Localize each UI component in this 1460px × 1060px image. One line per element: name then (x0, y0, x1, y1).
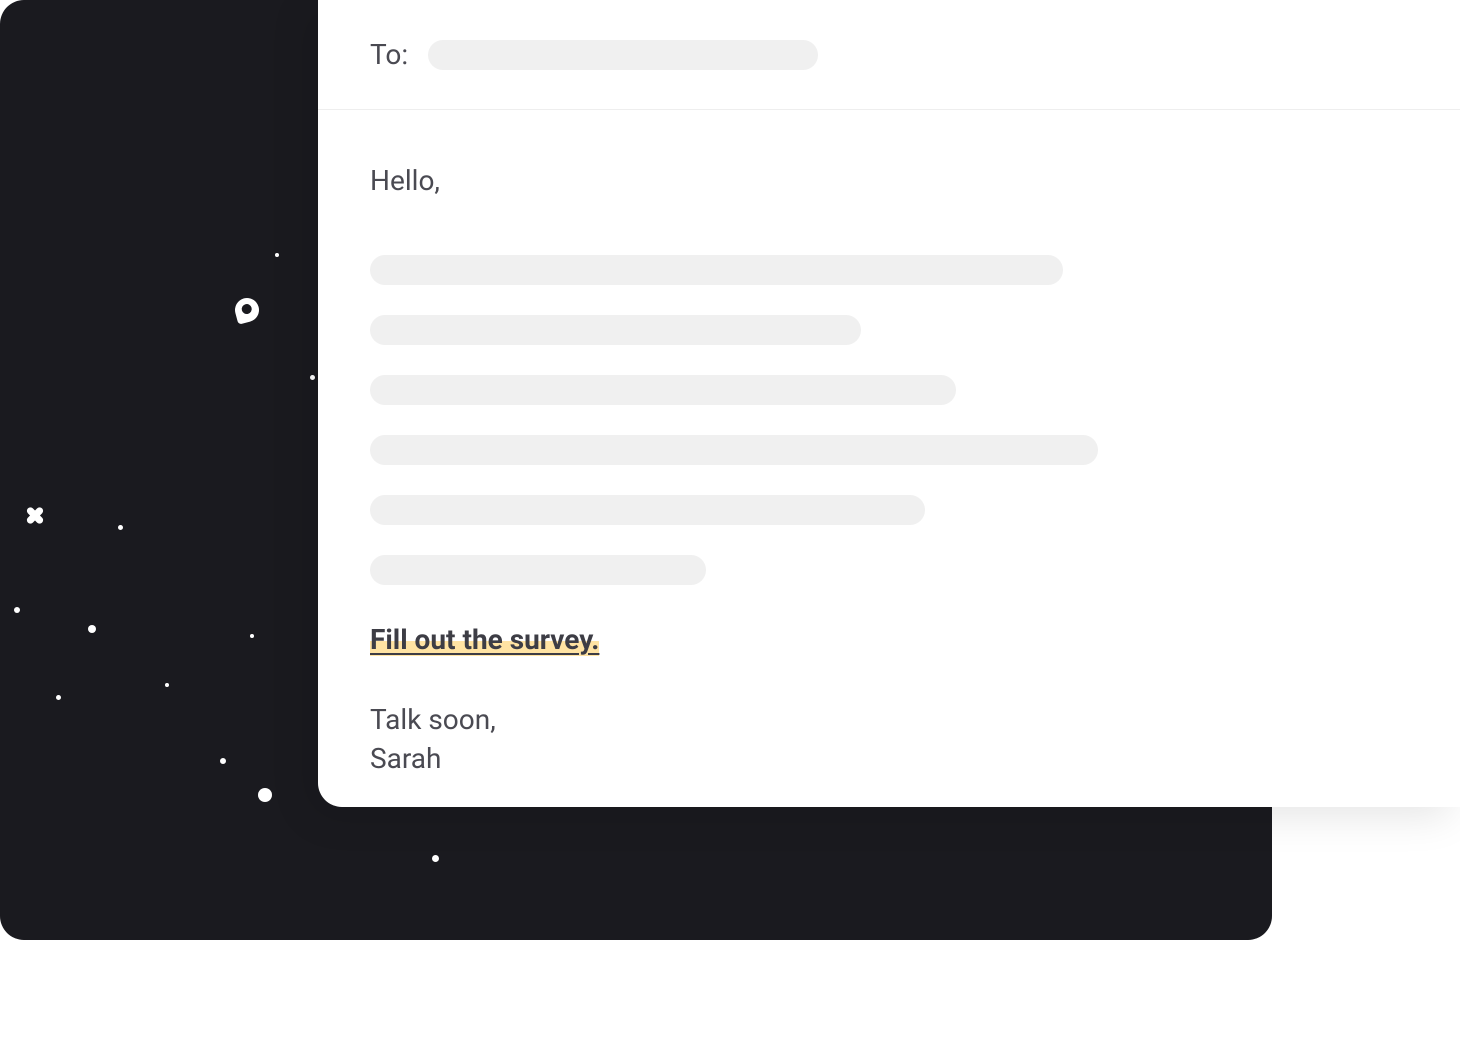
to-input-placeholder[interactable] (428, 40, 818, 70)
body-placeholder-line (370, 315, 861, 345)
body-placeholder-line (370, 255, 1063, 285)
star-dot (14, 607, 20, 613)
star-dot (310, 375, 315, 380)
body-placeholder-line (370, 375, 956, 405)
star-dot (88, 625, 96, 633)
star-x-icon (25, 506, 45, 526)
signoff: Talk soon, Sarah (370, 700, 1408, 778)
star-dot (432, 855, 439, 862)
body-placeholder-line (370, 555, 706, 585)
body-placeholder-line (370, 495, 925, 525)
star-dot (275, 253, 279, 257)
signoff-name: Sarah (370, 739, 1408, 778)
star-dot (56, 695, 61, 700)
survey-link[interactable]: Fill out the survey. (370, 623, 599, 656)
greeting-text: Hello, (370, 164, 1408, 197)
to-label: To: (370, 38, 408, 71)
star-blob-icon (232, 295, 261, 324)
star-dot (258, 788, 272, 802)
star-dot (220, 758, 226, 764)
body-placeholder-lines (370, 255, 1408, 585)
star-dot (165, 683, 169, 687)
email-compose-card: To: Hello, Fill out the survey. Talk soo… (318, 0, 1460, 807)
to-field-row: To: (318, 0, 1460, 110)
star-dot (250, 634, 254, 638)
cta-wrapper: Fill out the survey. (370, 623, 1408, 656)
star-dot (118, 525, 123, 530)
body-placeholder-line (370, 435, 1098, 465)
signoff-line: Talk soon, (370, 700, 1408, 739)
email-body: Hello, Fill out the survey. Talk soon, S… (318, 110, 1460, 832)
